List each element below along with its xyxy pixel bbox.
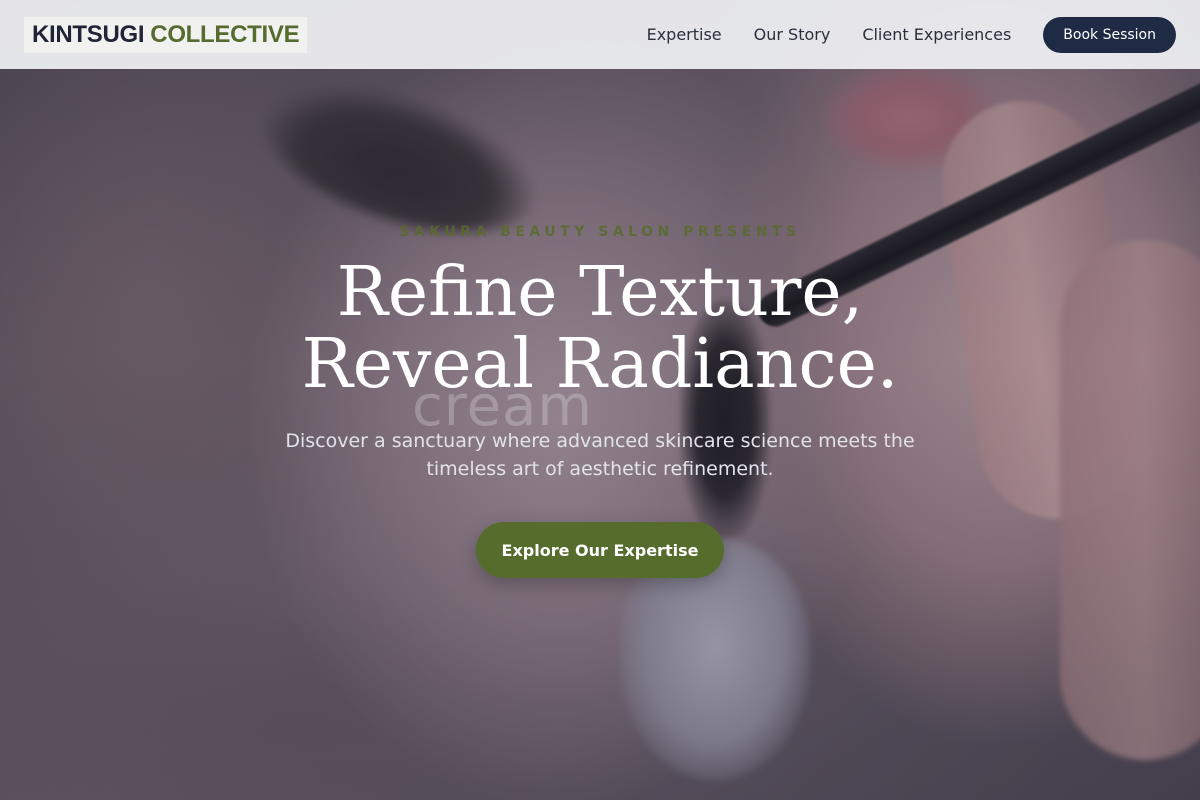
nav-link-client-experiences[interactable]: Client Experiences bbox=[862, 25, 1011, 44]
brand-name-primary: KINTSUGI bbox=[32, 20, 145, 48]
hero-subtext: Discover a sanctuary where advanced skin… bbox=[285, 430, 915, 480]
hero-kicker: SAKURA BEAUTY SALON PRESENTS bbox=[399, 224, 801, 240]
brand-name-secondary: COLLECTIVE bbox=[150, 20, 300, 48]
nav-link-our-story[interactable]: Our Story bbox=[754, 25, 831, 44]
hero-headline-line-1: Refine Texture, bbox=[336, 253, 864, 332]
hero-headline: Refine Texture, Reveal Radiance. bbox=[0, 257, 1200, 401]
nav-menu: Expertise Our Story Client Experiences B… bbox=[647, 16, 1176, 53]
top-navbar: KINTSUGI COLLECTIVE Expertise Our Story … bbox=[0, 0, 1200, 69]
hero-section: SAKURA BEAUTY SALON PRESENTS Refine Text… bbox=[0, 69, 1200, 800]
brand-logo[interactable]: KINTSUGI COLLECTIVE bbox=[24, 16, 308, 53]
book-session-button[interactable]: Book Session bbox=[1043, 16, 1176, 53]
nav-link-expertise[interactable]: Expertise bbox=[647, 25, 722, 44]
landing-page: KINTSUGI COLLECTIVE Expertise Our Story … bbox=[0, 0, 1200, 800]
hero-headline-line-2: Reveal Radiance. bbox=[301, 325, 899, 404]
explore-expertise-button[interactable]: Explore Our Expertise bbox=[476, 522, 724, 578]
